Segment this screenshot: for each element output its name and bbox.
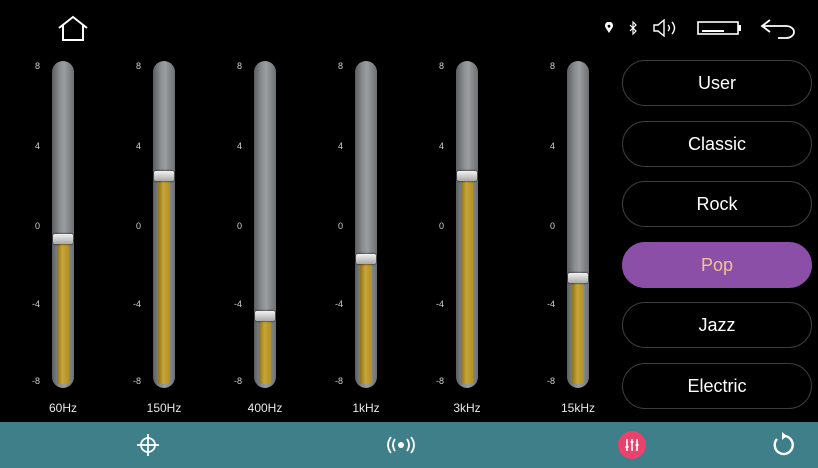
scale-tick-label: 4 <box>549 141 555 151</box>
eq-slider-track[interactable] <box>456 61 478 388</box>
eq-slider-fill <box>360 262 372 384</box>
eq-slider-fill <box>461 180 473 384</box>
eq-band-1khz: 8 4 0 -4 -8 1kHz <box>333 56 433 418</box>
frequency-label: 400Hz <box>247 401 283 415</box>
status-area <box>604 14 798 46</box>
scale-tick-label: -4 <box>546 299 555 309</box>
preset-button-classic[interactable]: Classic <box>622 121 812 167</box>
scale-tick-label: 8 <box>34 61 40 71</box>
eq-band-60hz: 8 4 0 -4 -8 60Hz <box>30 56 130 418</box>
scale-tick-label: 0 <box>337 221 343 231</box>
eq-slider-knob[interactable] <box>568 272 588 283</box>
eq-band-15khz: 8 4 0 -4 -8 15kHz <box>545 56 645 418</box>
scale-tick-label: 8 <box>438 61 444 71</box>
preset-button-electric[interactable]: Electric <box>622 363 812 409</box>
scale-tick-label: 0 <box>135 221 141 231</box>
eq-slider-track[interactable] <box>52 61 74 388</box>
eq-slider-knob[interactable] <box>457 171 477 182</box>
scale-tick-label: 8 <box>135 61 141 71</box>
eq-slider-track[interactable] <box>153 61 175 388</box>
scale-tick-label: 0 <box>549 221 555 231</box>
battery-icon <box>696 19 744 42</box>
scale-tick-label: -8 <box>31 376 40 386</box>
scale-tick-label: -4 <box>31 299 40 309</box>
eq-slider-knob[interactable] <box>53 234 73 245</box>
surround-sound-icon[interactable] <box>383 430 419 460</box>
eq-slider-knob[interactable] <box>255 310 275 321</box>
eq-band-150hz: 8 4 0 -4 -8 150Hz <box>131 56 231 418</box>
scale-tick-label: -8 <box>233 376 242 386</box>
scale-tick-label: -8 <box>334 376 343 386</box>
eq-slider-fill <box>57 243 69 384</box>
scale-tick-label: 8 <box>549 61 555 71</box>
home-icon[interactable] <box>56 14 90 44</box>
eq-slider-track[interactable] <box>254 61 276 388</box>
eq-slider-fill <box>158 180 170 384</box>
equalizer-icon[interactable] <box>617 430 647 460</box>
frequency-label: 1kHz <box>352 401 380 415</box>
scale-tick-label: 4 <box>236 141 242 151</box>
eq-slider-fill <box>259 319 271 384</box>
location-icon <box>604 21 614 39</box>
equalizer-panel: 8 4 0 -4 -8 60Hz 8 4 0 -4 -8 150Hz 8 4 0 -4 -8 400Hz 8 4 0 -4… <box>0 56 610 418</box>
volume-icon[interactable] <box>652 18 682 42</box>
scale-tick-label: -8 <box>546 376 555 386</box>
frequency-label: 3kHz <box>453 401 481 415</box>
preset-button-rock[interactable]: Rock <box>622 181 812 227</box>
scale-tick-label: 0 <box>438 221 444 231</box>
frequency-label: 60Hz <box>48 401 77 415</box>
bottom-bar <box>0 422 818 468</box>
reset-icon[interactable] <box>768 430 798 460</box>
preset-button-pop[interactable]: Pop <box>622 242 812 288</box>
scale-tick-label: 4 <box>438 141 444 151</box>
balance-crosshair-icon[interactable] <box>133 430 163 460</box>
scale-tick-label: 4 <box>337 141 343 151</box>
scale-tick-label: 4 <box>34 141 40 151</box>
preset-button-user[interactable]: User <box>622 60 812 106</box>
scale-tick-label: 8 <box>236 61 242 71</box>
eq-slider-knob[interactable] <box>356 253 376 264</box>
scale-tick-label: -8 <box>435 376 444 386</box>
preset-button-jazz[interactable]: Jazz <box>622 302 812 348</box>
frequency-label: 15kHz <box>560 401 595 415</box>
scale-tick-label: -4 <box>334 299 343 309</box>
eq-band-400hz: 8 4 0 -4 -8 400Hz <box>232 56 332 418</box>
eq-slider-track[interactable] <box>355 61 377 388</box>
scale-tick-label: 0 <box>236 221 242 231</box>
scale-tick-label: -4 <box>132 299 141 309</box>
eq-band-3khz: 8 4 0 -4 -8 3kHz <box>434 56 534 418</box>
frequency-label: 150Hz <box>146 401 182 415</box>
scale-tick-label: -8 <box>132 376 141 386</box>
scale-tick-label: 0 <box>34 221 40 231</box>
scale-tick-label: -4 <box>233 299 242 309</box>
scale-tick-label: 8 <box>337 61 343 71</box>
top-bar <box>0 0 818 56</box>
scale-tick-label: -4 <box>435 299 444 309</box>
bluetooth-icon <box>628 20 638 40</box>
back-arrow-icon[interactable] <box>758 16 798 45</box>
eq-slider-fill <box>572 281 584 384</box>
scale-tick-label: 4 <box>135 141 141 151</box>
eq-slider-track[interactable] <box>567 61 589 388</box>
eq-slider-knob[interactable] <box>154 171 174 182</box>
